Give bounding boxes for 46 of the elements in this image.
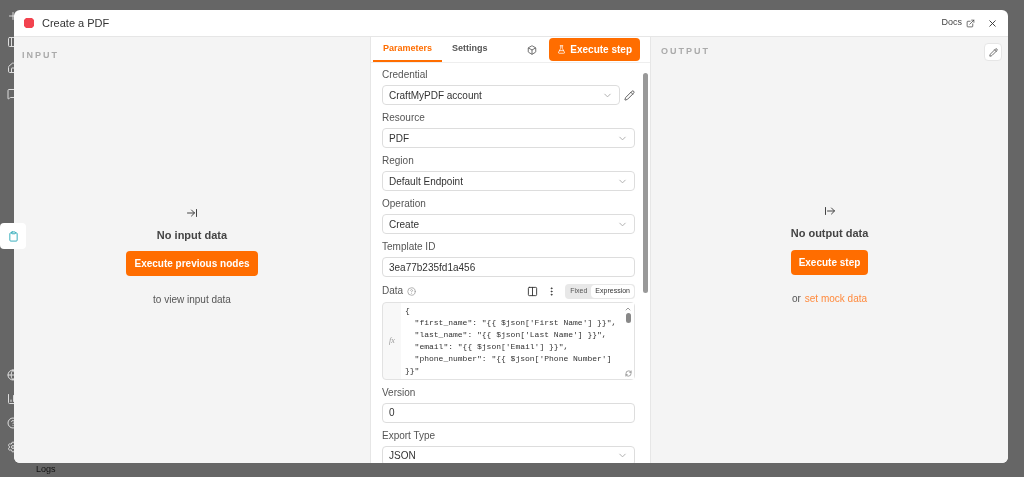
close-icon[interactable]: [987, 17, 998, 29]
select-field[interactable]: Create: [382, 214, 635, 234]
scrollbar-thumb[interactable]: [625, 312, 631, 323]
code-line: "last_name": "{{ $json['Last Name'] }}",: [413, 328, 608, 341]
input-field[interactable]: 3ea77b235fd1a456: [382, 257, 635, 277]
empty-message: No input data: [156, 227, 228, 243]
pencil-icon[interactable]: [624, 89, 635, 101]
code-line: "first_name": "{{ $json['First Name'] }}",: [413, 316, 618, 329]
flask-icon: [557, 45, 567, 54]
hint-text: or: [791, 291, 801, 306]
code-line: }}": [405, 364, 421, 377]
arrow-to-line-icon: [186, 206, 198, 219]
pencil-icon: [988, 47, 998, 57]
empty-message: No output data: [790, 226, 869, 241]
field-label: Resource: [382, 112, 426, 124]
code-line: "email": "{{ $json['Email'] }}",: [413, 340, 570, 353]
scrollbar-thumb[interactable]: [643, 73, 648, 293]
select-field[interactable]: JSON: [382, 445, 635, 463]
input-field[interactable]: 0: [382, 402, 635, 423]
code-line: {: [405, 304, 411, 317]
select-field[interactable]: Default Endpoint: [382, 171, 635, 191]
modal-title: Create a PDF: [42, 15, 110, 31]
field-label: Credential: [382, 69, 429, 81]
panel-heading: OUTPUT: [661, 45, 710, 59]
hint-text: to view input data: [153, 293, 231, 307]
pdf-logo-icon: [24, 17, 34, 29]
clipboard-icon: [7, 230, 19, 242]
field-label: Template ID: [382, 241, 437, 253]
select-field[interactable]: CraftMyPDF account: [382, 85, 620, 105]
panel-icon[interactable]: [527, 285, 539, 297]
code-editor[interactable]: fx { "first_name": "{{ $json['First Name'] }}", "last_name": "{{ $json['Last Name'] }}", "email": "{{ $json['Email'] }}", "phone_number": "{{ $json['Phone Number'] }}": [382, 301, 635, 380]
field-label: Operation: [382, 198, 427, 210]
field-label: Region: [382, 155, 415, 167]
docs-link[interactable]: Docs: [941, 16, 975, 30]
arrow-from-line-icon: [823, 205, 836, 217]
panel-heading: INPUT: [21, 49, 60, 62]
field-label: Version: [382, 386, 417, 399]
cube-icon[interactable]: [527, 44, 538, 55]
clipboard-button[interactable]: [0, 223, 26, 249]
external-link-icon: [966, 18, 975, 28]
select-field[interactable]: PDF: [382, 128, 635, 148]
panel-tab[interactable]: Settings: [442, 37, 498, 62]
fx-label: fx: [389, 334, 395, 347]
field-label: Data: [382, 285, 404, 298]
field-label: Export Type: [382, 429, 437, 442]
code-line: "phone_number": "{{ $json['Phone Number']: [413, 352, 613, 365]
